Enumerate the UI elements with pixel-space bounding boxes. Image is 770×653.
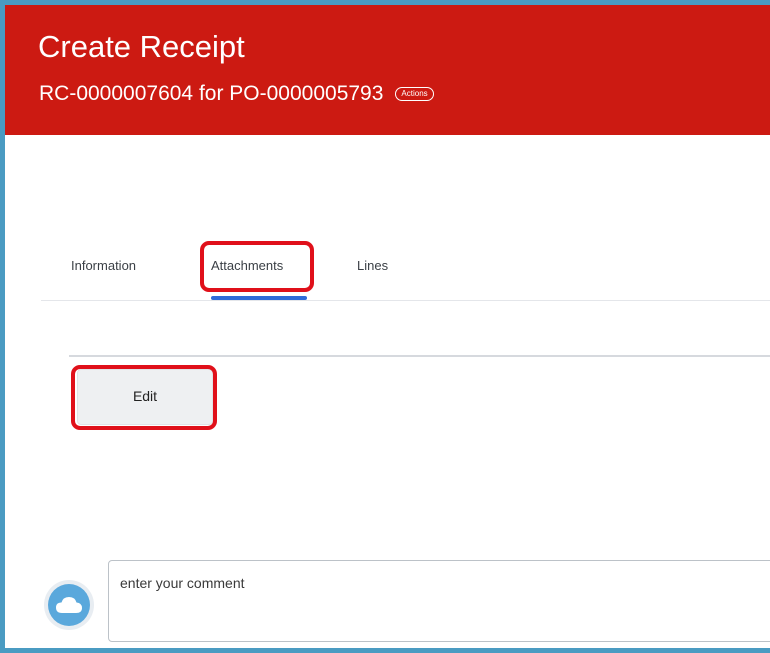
receipt-window: Create Receipt RC-0000007604 for PO-0000… — [0, 0, 770, 653]
tab-bar: Information Attachments Lines — [41, 242, 770, 301]
tab-information[interactable]: Information — [71, 258, 136, 273]
tab-lines[interactable]: Lines — [357, 258, 388, 273]
comment-input[interactable] — [108, 560, 770, 642]
page-subtitle-row: RC-0000007604 for PO-0000005793 Actions — [39, 81, 434, 107]
actions-button[interactable]: Actions — [395, 87, 434, 101]
active-tab-indicator — [211, 296, 307, 300]
section-divider — [69, 355, 770, 357]
avatar — [44, 580, 94, 630]
page-title: Create Receipt — [38, 29, 245, 64]
edit-button[interactable]: Edit — [77, 369, 213, 425]
page-subtitle: RC-0000007604 for PO-0000005793 — [39, 82, 384, 105]
tab-attachments[interactable]: Attachments — [211, 258, 283, 273]
page-header: Create Receipt RC-0000007604 for PO-0000… — [5, 5, 770, 135]
cloud-icon — [48, 584, 90, 626]
